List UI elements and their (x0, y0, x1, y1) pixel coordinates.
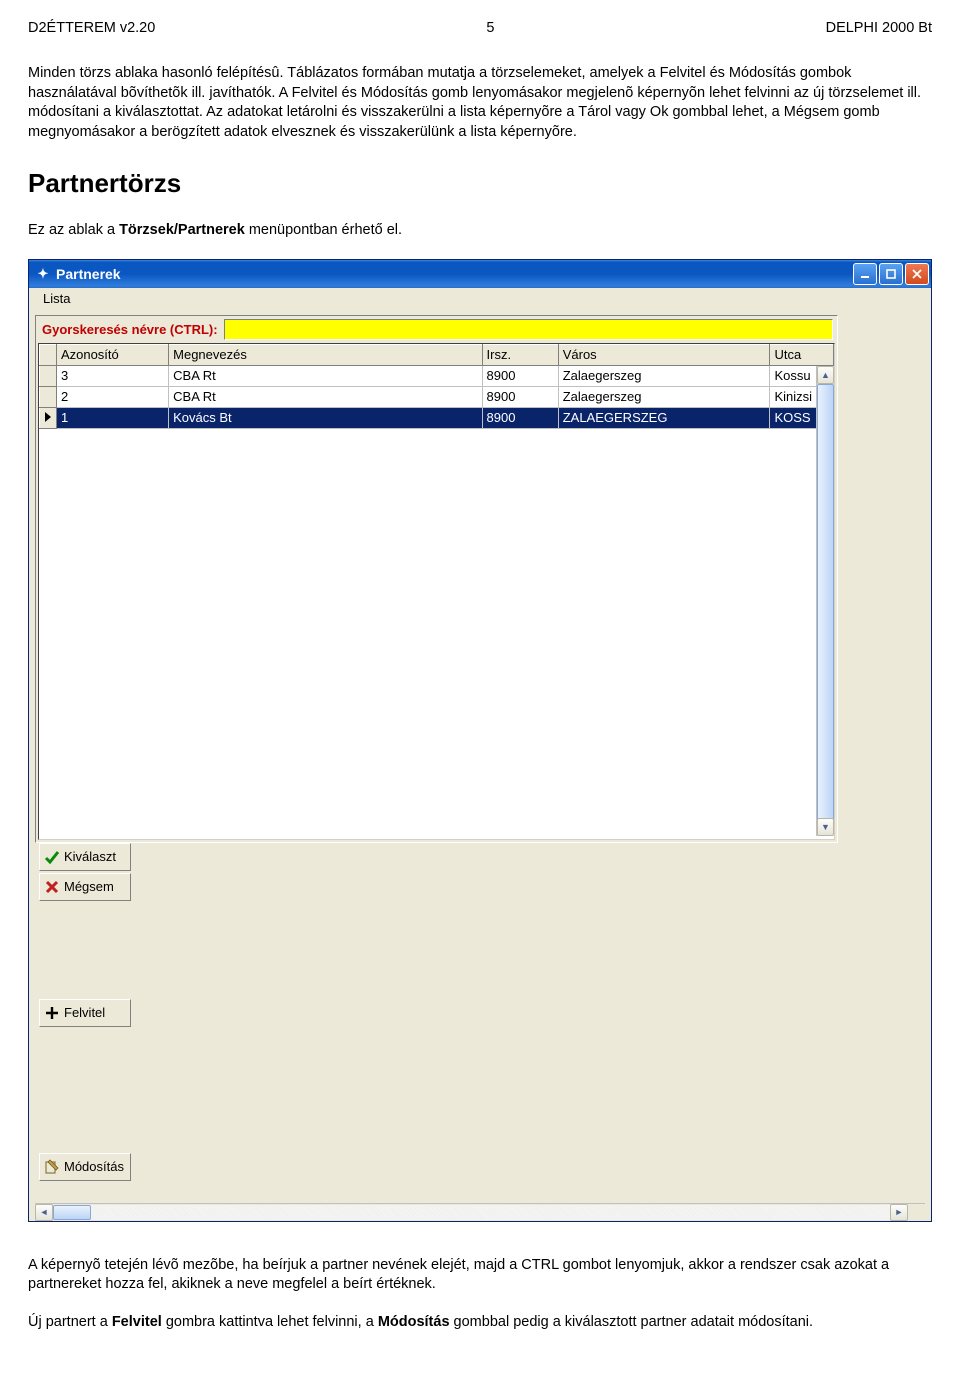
table-row[interactable]: 2 CBA Rt 8900 Zalaegerszeg Kinizsi (40, 386, 834, 407)
close-button[interactable] (905, 263, 929, 285)
grid-header: Azonosító Megnevezés Irsz. Város Utca (40, 344, 834, 365)
menu-lista[interactable]: Lista (33, 289, 80, 308)
vertical-scrollbar[interactable]: ▲ ▼ (816, 366, 834, 836)
heading-partnertorzs: Partnertörzs (28, 168, 932, 199)
menubar: Lista (29, 288, 931, 310)
header-page: 5 (486, 20, 494, 36)
paragraph-menu: Ez az ablak a Törzsek/Partnerek menüpont… (28, 221, 932, 241)
header-left: D2ÉTTEREM v2.20 (28, 20, 155, 36)
cross-icon (44, 879, 60, 895)
header-right: DELPHI 2000 Bt (826, 20, 932, 36)
scroll-right-icon[interactable]: ► (890, 1204, 908, 1221)
partnerek-window: ✦ Partnerek Lista Gyorskeresés névre (CT… (28, 259, 932, 1222)
resize-grip-icon[interactable] (908, 1205, 925, 1220)
scroll-up-icon[interactable]: ▲ (817, 366, 834, 384)
select-button[interactable]: Kiválaszt (39, 843, 131, 871)
col-id[interactable]: Azonosító (56, 344, 168, 365)
data-grid[interactable]: Azonosító Megnevezés Irsz. Város Utca 3 … (38, 343, 835, 840)
side-buttons: Kiválaszt Mégsem Felvitel Módosítás (39, 843, 121, 1183)
paragraph-intro: Minden törzs ablaka hasonló felépítésû. … (28, 64, 932, 142)
hscroll-thumb[interactable] (53, 1205, 91, 1220)
col-city[interactable]: Város (558, 344, 770, 365)
table-row[interactable]: 3 CBA Rt 8900 Zalaegerszeg Kossu (40, 365, 834, 386)
edit-icon (44, 1159, 60, 1175)
list-panel: Gyorskeresés névre (CTRL): Azonosító Meg… (35, 315, 838, 843)
edit-button[interactable]: Módosítás (39, 1153, 131, 1181)
search-input[interactable] (224, 319, 833, 340)
add-button[interactable]: Felvitel (39, 999, 131, 1027)
col-street[interactable]: Utca (770, 344, 834, 365)
cancel-button[interactable]: Mégsem (39, 873, 131, 901)
titlebar[interactable]: ✦ Partnerek (29, 260, 931, 288)
horizontal-scrollbar[interactable]: ◄ ► (35, 1203, 925, 1221)
window-title: Partnerek (56, 266, 121, 282)
col-zip[interactable]: Irsz. (482, 344, 558, 365)
scroll-left-icon[interactable]: ◄ (35, 1204, 53, 1221)
paragraph-search-help: A képernyõ tetején lévõ mezõbe, ha beírj… (28, 1256, 932, 1295)
doc-header: D2ÉTTEREM v2.20 5 DELPHI 2000 Bt (28, 20, 932, 36)
paragraph-buttons-help: Új partnert a Felvitel gombra kattintva … (28, 1313, 932, 1333)
check-icon (44, 849, 60, 865)
minimize-button[interactable] (853, 263, 877, 285)
scroll-thumb[interactable] (817, 384, 834, 821)
maximize-button[interactable] (879, 263, 903, 285)
plus-icon (44, 1005, 60, 1021)
app-icon: ✦ (35, 266, 51, 282)
table-row-selected[interactable]: 1 Kovács Bt 8900 ZALAEGERSZEG KOSS (40, 407, 834, 428)
scroll-down-icon[interactable]: ▼ (817, 818, 834, 836)
col-name[interactable]: Megnevezés (169, 344, 482, 365)
row-pointer-icon (45, 412, 51, 422)
search-label: Gyorskeresés névre (CTRL): (42, 322, 218, 337)
